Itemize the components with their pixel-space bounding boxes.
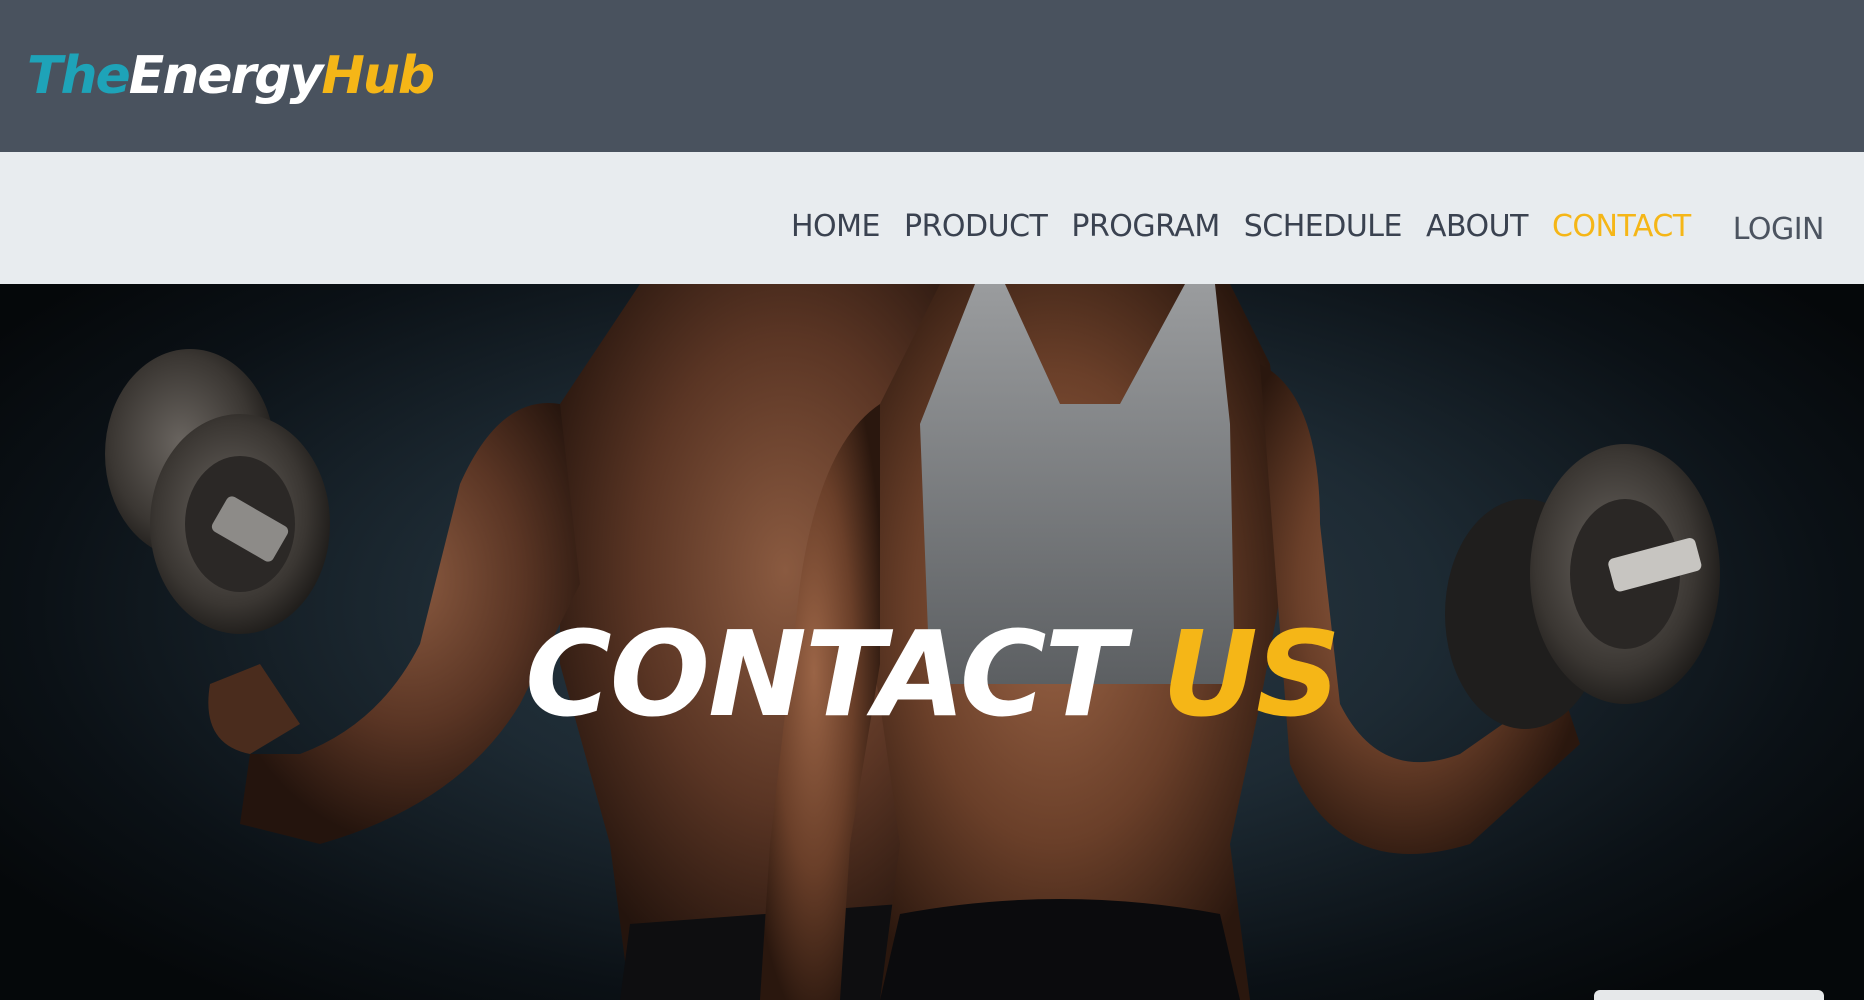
hero-banner: CONTACT US xyxy=(0,284,1864,1000)
nav-item-schedule[interactable]: SCHEDULE xyxy=(1244,209,1403,244)
nav-item-program[interactable]: PROGRAM xyxy=(1071,209,1220,244)
dumbbell-left xyxy=(105,349,330,634)
login-link[interactable]: LOGIN xyxy=(1733,212,1825,247)
bottom-corner-tab[interactable] xyxy=(1594,990,1824,1000)
hero-title-contact: CONTACT xyxy=(525,605,1125,743)
nav-menu: HOME PRODUCT PROGRAM SCHEDULE ABOUT CONT… xyxy=(767,206,1825,247)
logo-part-energy: Energy xyxy=(128,46,324,106)
hero-title: CONTACT US xyxy=(0,614,1864,734)
main-navbar: HOME PRODUCT PROGRAM SCHEDULE ABOUT CONT… xyxy=(0,152,1864,284)
logo-part-the: The xyxy=(27,46,131,106)
nav-item-product[interactable]: PRODUCT xyxy=(904,209,1048,244)
site-header: TheEnergyHub xyxy=(0,0,1864,152)
logo-part-hub: Hub xyxy=(321,46,435,106)
nav-item-about[interactable]: ABOUT xyxy=(1426,209,1528,244)
page: TheEnergyHub HOME PRODUCT PROGRAM SCHEDU… xyxy=(0,0,1864,1000)
hero-title-us: US xyxy=(1162,605,1341,743)
nav-item-home[interactable]: HOME xyxy=(791,209,881,244)
site-logo[interactable]: TheEnergyHub xyxy=(27,36,435,116)
nav-item-contact[interactable]: CONTACT xyxy=(1552,209,1691,244)
